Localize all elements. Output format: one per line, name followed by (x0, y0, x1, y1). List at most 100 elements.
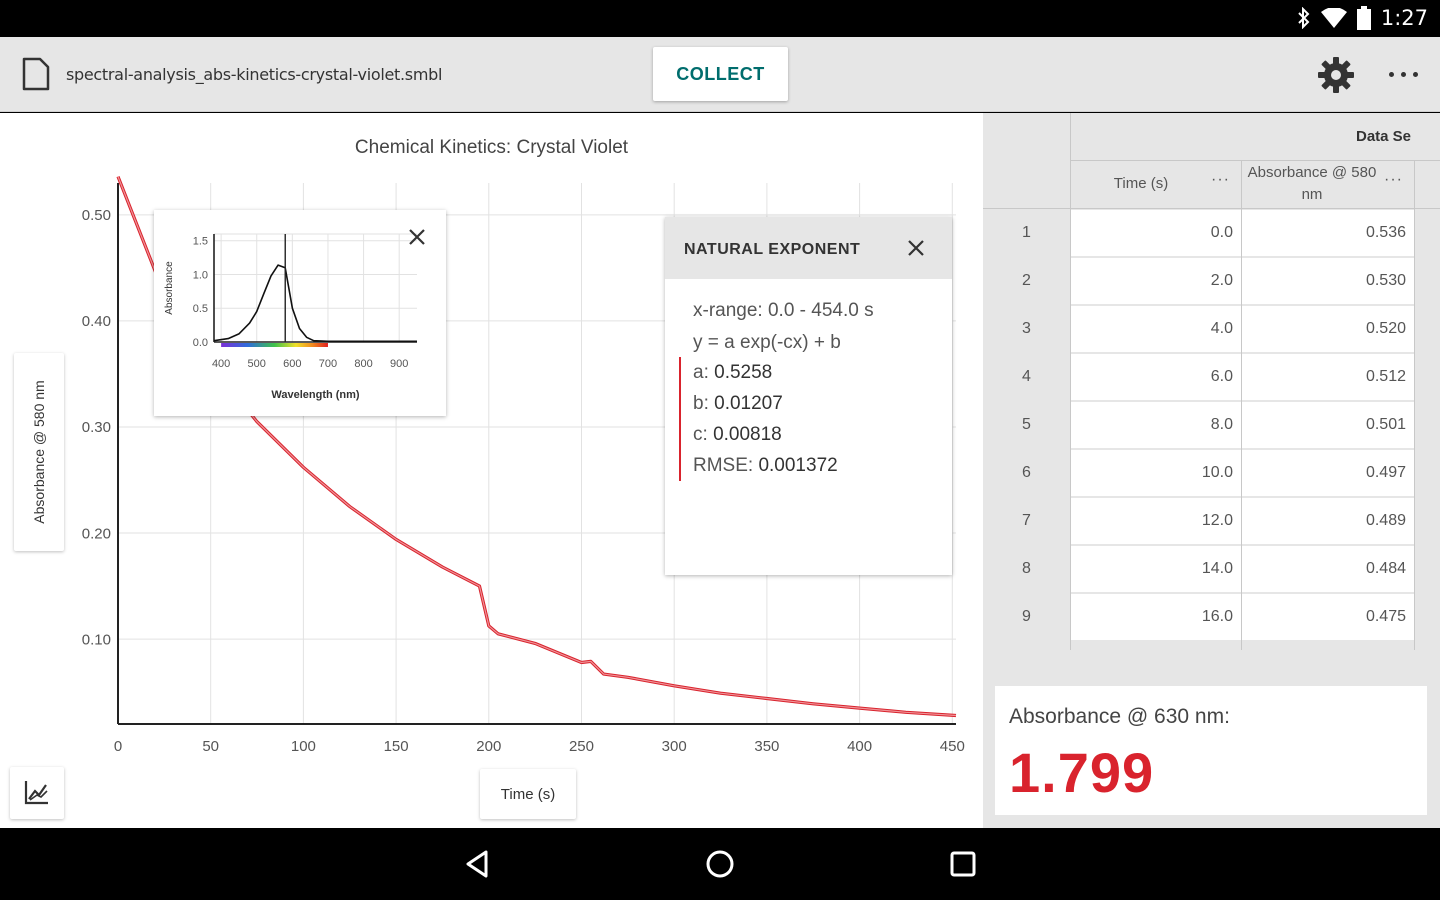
fit-x-range: x-range: 0.0 - 454.0 s (693, 300, 874, 321)
graph-tools-button[interactable] (10, 767, 64, 819)
y-tick-label: 0.10 (82, 631, 111, 648)
cell-absorbance[interactable]: 0.475 (1242, 594, 1414, 640)
cell-absorbance[interactable]: 0.501 (1242, 402, 1414, 448)
y-tick-label: 0.30 (82, 419, 111, 436)
table-row[interactable]: 5 8.0 0.501 (983, 401, 1440, 449)
x-axis-selector[interactable]: Time (s) (480, 769, 576, 819)
table-row[interactable]: 6 10.0 0.497 (983, 449, 1440, 497)
cell-time[interactable]: 14.0 (1071, 546, 1241, 592)
clock: 1:27 (1380, 6, 1428, 30)
cell-absorbance[interactable]: 0.530 (1242, 258, 1414, 304)
table-row[interactable]: 7 12.0 0.489 (983, 497, 1440, 545)
cell-absorbance[interactable]: 0.484 (1242, 546, 1414, 592)
column-header-time[interactable]: Time (s) ··· (1071, 160, 1241, 208)
row-number: 6 (1022, 464, 1031, 481)
x-tick-label: 600 (283, 358, 301, 370)
cell-time[interactable]: 10.0 (1071, 450, 1241, 496)
cell-absorbance[interactable]: 0.489 (1242, 498, 1414, 544)
home-icon[interactable] (698, 844, 742, 884)
graph-title: Chemical Kinetics: Crystal Violet (354, 137, 629, 158)
column-header-absorbance[interactable]: Absorbance @ 580 nm ··· (1242, 160, 1414, 208)
x-tick-label: 300 (662, 738, 687, 755)
dataset-label[interactable]: Data Se (1356, 128, 1411, 145)
y-tick-label: 0.20 (82, 525, 111, 542)
recents-icon[interactable] (941, 844, 985, 884)
cell-time[interactable]: 6.0 (1071, 354, 1241, 400)
table-row[interactable]: 4 6.0 0.512 (983, 353, 1440, 401)
x-tick-label: 250 (569, 738, 594, 755)
row-number: 3 (1022, 320, 1031, 337)
x-tick-label: 0 (114, 738, 122, 755)
file-icon (22, 57, 50, 91)
cell-time[interactable]: 2.0 (1071, 258, 1241, 304)
x-tick-label: 900 (390, 358, 408, 370)
graph-tools-icon (24, 781, 48, 805)
file-name[interactable]: spectral-analysis_abs-kinetics-crystal-v… (66, 65, 442, 84)
fit-equation: y = a exp(-cx) + b (693, 331, 841, 353)
column-menu-icon[interactable]: ··· (1211, 171, 1230, 189)
cell-time[interactable]: 16.0 (1071, 594, 1241, 640)
status-bar: 1:27 (0, 0, 1440, 37)
row-number: 9 (1022, 608, 1031, 625)
cell-time[interactable]: 8.0 (1071, 402, 1241, 448)
x-tick-label: 400 (847, 738, 872, 755)
row-number: 1 (1022, 224, 1031, 241)
row-number: 8 (1022, 560, 1031, 577)
more-icon[interactable] (1380, 62, 1426, 86)
x-tick-label: 400 (212, 358, 230, 370)
x-tick-label: 100 (291, 738, 316, 755)
table-row[interactable]: 3 4.0 0.520 (983, 305, 1440, 353)
cell-absorbance[interactable]: 0.497 (1242, 450, 1414, 496)
x-tick-label: 500 (248, 358, 266, 370)
y-tick-label: 0.5 (193, 303, 208, 315)
spectrum-close-icon[interactable] (402, 222, 432, 252)
fit-parameters: a: 0.5258 b: 0.01207 c: 0.00818 RMSE: 0.… (679, 357, 838, 481)
cell-absorbance[interactable]: 0.536 (1242, 210, 1414, 256)
column-menu-icon[interactable]: ··· (1384, 171, 1403, 189)
spectrum-panel: 400 500 600 700 800 900 0.0 0.5 1.0 1.5 Wavelength… (154, 210, 446, 416)
cell-absorbance[interactable]: 0.520 (1242, 306, 1414, 352)
meter-panel: Absorbance @ 630 nm: 1.799 (983, 650, 1440, 828)
x-tick-label: 350 (754, 738, 779, 755)
curve-fit-panel: NATURAL EXPONENT x-range: 0.0 - 454.0 s … (665, 217, 952, 575)
table-row[interactable]: 2 2.0 0.530 (983, 257, 1440, 305)
meter-value: 1.799 (1009, 741, 1155, 804)
y-tick-label: 1.5 (193, 236, 208, 248)
y-axis-label: Absorbance @ 580 nm (31, 380, 47, 524)
row-number: 7 (1022, 512, 1031, 529)
fit-param-b: b: 0.01207 (693, 393, 783, 414)
y-tick-label: 0.40 (82, 313, 111, 330)
fit-param-rmse: RMSE: 0.001372 (693, 455, 838, 476)
data-table: Data Se Time (s) ··· Absorbance @ 580 nm… (983, 113, 1440, 650)
fit-param-a: a: 0.5258 (693, 362, 773, 383)
cell-time[interactable]: 0.0 (1071, 210, 1241, 256)
back-icon[interactable] (456, 844, 500, 884)
x-tick-label: 450 (940, 738, 965, 755)
curve-fit-summary: x-range: 0.0 - 454.0 s y = a exp(-cx) + … (693, 295, 874, 358)
table-row[interactable]: 9 16.0 0.475 (983, 593, 1440, 641)
y-tick-label: 0.0 (193, 337, 208, 349)
x-tick-label: 200 (476, 738, 501, 755)
y-axis-selector[interactable]: Absorbance @ 580 nm (14, 353, 64, 551)
x-tick-label: 700 (319, 358, 337, 370)
visible-spectrum-bar (221, 343, 328, 347)
curve-fit-title: NATURAL EXPONENT (684, 241, 861, 258)
table-row[interactable]: 8 14.0 0.484 (983, 545, 1440, 593)
x-tick-label: 50 (202, 738, 219, 755)
curve-fit-close-icon[interactable] (901, 233, 931, 263)
table-row[interactable]: 1 0.0 0.536 (983, 209, 1440, 257)
cell-absorbance[interactable]: 0.512 (1242, 354, 1414, 400)
gear-icon[interactable] (1316, 55, 1356, 95)
graph-panel: 0 50 100 150 200 250 300 350 400 450 0.10 0.20 0.30 0… (0, 113, 983, 828)
cell-time[interactable]: 12.0 (1071, 498, 1241, 544)
meter-card[interactable]: Absorbance @ 630 nm: 1.799 (995, 686, 1427, 815)
row-number: 5 (1022, 416, 1031, 433)
y-tick-label: 0.50 (82, 207, 111, 224)
x-tick-label: 150 (384, 738, 409, 755)
battery-icon (1356, 6, 1371, 30)
row-number: 4 (1022, 368, 1031, 385)
collect-button[interactable]: COLLECT (653, 47, 788, 101)
table-header: Data Se Time (s) ··· Absorbance @ 580 nm… (983, 113, 1440, 209)
spectrum-y-label: Absorbance (164, 261, 175, 315)
cell-time[interactable]: 4.0 (1071, 306, 1241, 352)
